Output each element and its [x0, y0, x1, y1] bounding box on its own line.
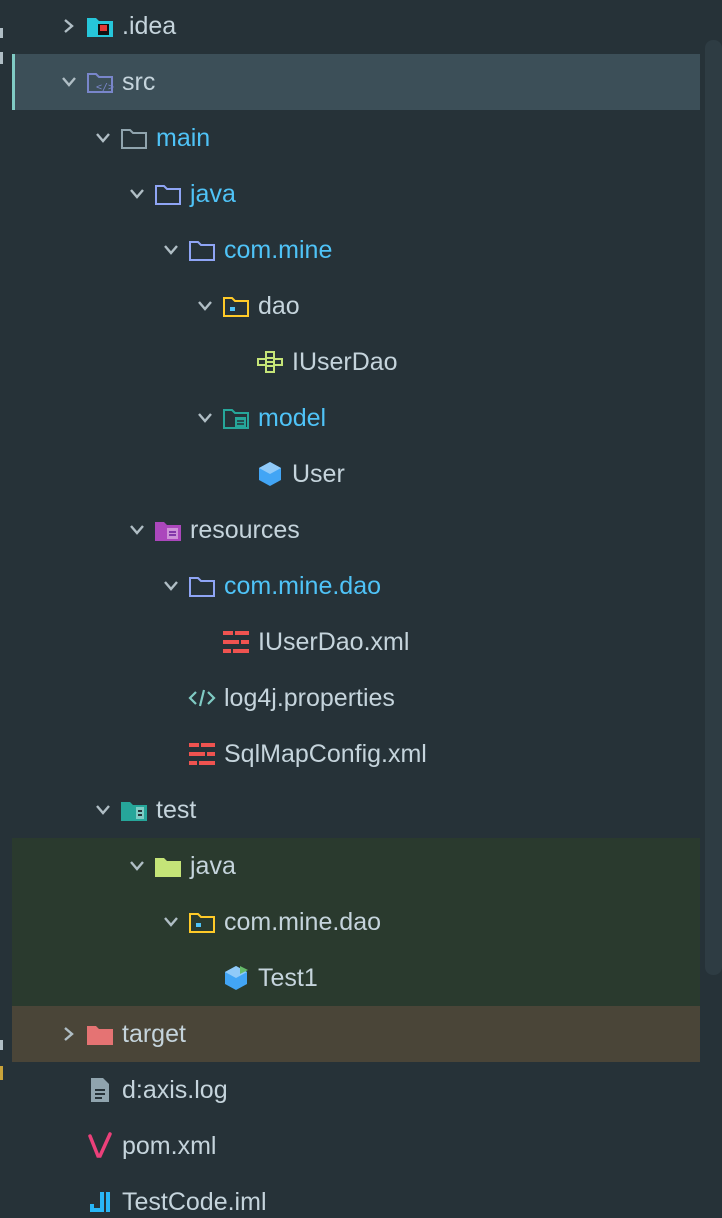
package-icon — [188, 908, 216, 936]
iml-file-icon — [86, 1188, 114, 1216]
tree-item-label: dao — [258, 292, 300, 320]
chevron-right-icon[interactable] — [60, 1025, 78, 1043]
package-icon — [222, 292, 250, 320]
tree-item-label: java — [190, 852, 236, 880]
chevron-down-icon[interactable] — [60, 73, 78, 91]
xml-file-icon — [222, 628, 250, 656]
chevron-down-icon[interactable] — [128, 185, 146, 203]
tree-item-test-java[interactable]: java — [12, 838, 700, 894]
xml-file-icon — [188, 740, 216, 768]
tree-item-user[interactable]: User — [12, 446, 700, 502]
tree-item-label: model — [258, 404, 327, 432]
tree-item-pom-xml[interactable]: pom.xml — [12, 1118, 700, 1174]
tree-item-label: .idea — [122, 12, 177, 40]
tree-item-resources[interactable]: resources — [12, 502, 700, 558]
model-folder-icon — [222, 404, 250, 432]
vertical-scrollbar[interactable] — [705, 40, 722, 975]
test-class-icon — [222, 964, 250, 992]
tree-item-label: src — [122, 68, 156, 96]
chevron-right-icon[interactable] — [60, 17, 78, 35]
tree-item-java[interactable]: java — [12, 166, 700, 222]
tree-item-label: IUserDao — [292, 348, 398, 376]
maven-file-icon — [86, 1132, 114, 1160]
tree-item-label: d:axis.log — [122, 1076, 228, 1104]
svg-text:</>: </> — [96, 82, 114, 93]
tree-item-label: com.mine.dao — [224, 908, 382, 936]
left-gutter — [0, 0, 12, 1218]
chevron-down-icon[interactable] — [94, 801, 112, 819]
tree-item-com-mine[interactable]: com.mine — [12, 222, 700, 278]
tree-item-main[interactable]: main — [12, 110, 700, 166]
test-folder-icon — [120, 796, 148, 824]
tree-item-label: pom.xml — [122, 1132, 217, 1160]
tree-item-label: User — [292, 460, 345, 488]
tree-item-label: resources — [190, 516, 300, 544]
folder-icon — [120, 124, 148, 152]
chevron-down-icon[interactable] — [196, 409, 214, 427]
tree-item-label: Test1 — [258, 964, 318, 992]
tree-item-label: TestCode.iml — [122, 1188, 267, 1216]
tree-item-iuserdao[interactable]: IUserDao — [12, 334, 700, 390]
class-icon — [256, 460, 284, 488]
tree-item-test-com-mine-dao[interactable]: com.mine.dao — [12, 894, 700, 950]
tree-item-src[interactable]: </> src — [12, 54, 700, 110]
chevron-down-icon[interactable] — [94, 129, 112, 147]
tree-item-label: IUserDao.xml — [258, 628, 410, 656]
tree-item-label: java — [190, 180, 236, 208]
tree-item-axis-log[interactable]: d:axis.log — [12, 1062, 700, 1118]
package-folder-icon — [188, 572, 216, 600]
tree-item-dao[interactable]: dao — [12, 278, 700, 334]
log-file-icon — [86, 1076, 114, 1104]
tree-item-log4j-properties[interactable]: log4j.properties — [12, 670, 700, 726]
chevron-down-icon[interactable] — [128, 857, 146, 875]
chevron-down-icon[interactable] — [162, 241, 180, 259]
project-tree: .idea </> src main java com.mine dao IUs… — [0, 0, 722, 1218]
tree-item-sqlmapconfig-xml[interactable]: SqlMapConfig.xml — [12, 726, 700, 782]
tree-item-label: com.mine — [224, 236, 333, 264]
idea-folder-icon — [86, 12, 114, 40]
excluded-folder-icon — [86, 1020, 114, 1048]
tree-item-test1[interactable]: Test1 — [12, 950, 700, 1006]
tree-item-label: test — [156, 796, 197, 824]
tree-item-label: target — [122, 1020, 186, 1048]
gutter-marker — [0, 28, 3, 38]
gutter-marker — [0, 52, 3, 64]
tree-item-model[interactable]: model — [12, 390, 700, 446]
chevron-down-icon[interactable] — [162, 577, 180, 595]
test-java-folder-icon — [154, 852, 182, 880]
resources-folder-icon — [154, 516, 182, 544]
tree-item-label: log4j.properties — [224, 684, 395, 712]
tree-item-test[interactable]: test — [12, 782, 700, 838]
tree-item-label: main — [156, 124, 211, 152]
tree-item-idea[interactable]: .idea — [12, 0, 700, 54]
folder-icon — [154, 180, 182, 208]
package-folder-icon — [188, 236, 216, 264]
tree-item-label: SqlMapConfig.xml — [224, 740, 427, 768]
properties-file-icon — [188, 684, 216, 712]
tree-item-label: com.mine.dao — [224, 572, 382, 600]
tree-item-target[interactable]: target — [12, 1006, 700, 1062]
tree-item-iuserdao-xml[interactable]: IUserDao.xml — [12, 614, 700, 670]
chevron-down-icon[interactable] — [196, 297, 214, 315]
chevron-down-icon[interactable] — [128, 521, 146, 539]
tree-item-testcode-iml[interactable]: TestCode.iml — [12, 1174, 700, 1218]
chevron-down-icon[interactable] — [162, 913, 180, 931]
gutter-marker — [0, 1040, 3, 1050]
interface-icon — [256, 348, 284, 376]
gutter-marker — [0, 1066, 3, 1080]
tree-item-com-mine-dao[interactable]: com.mine.dao — [12, 558, 700, 614]
source-folder-icon: </> — [86, 68, 114, 96]
